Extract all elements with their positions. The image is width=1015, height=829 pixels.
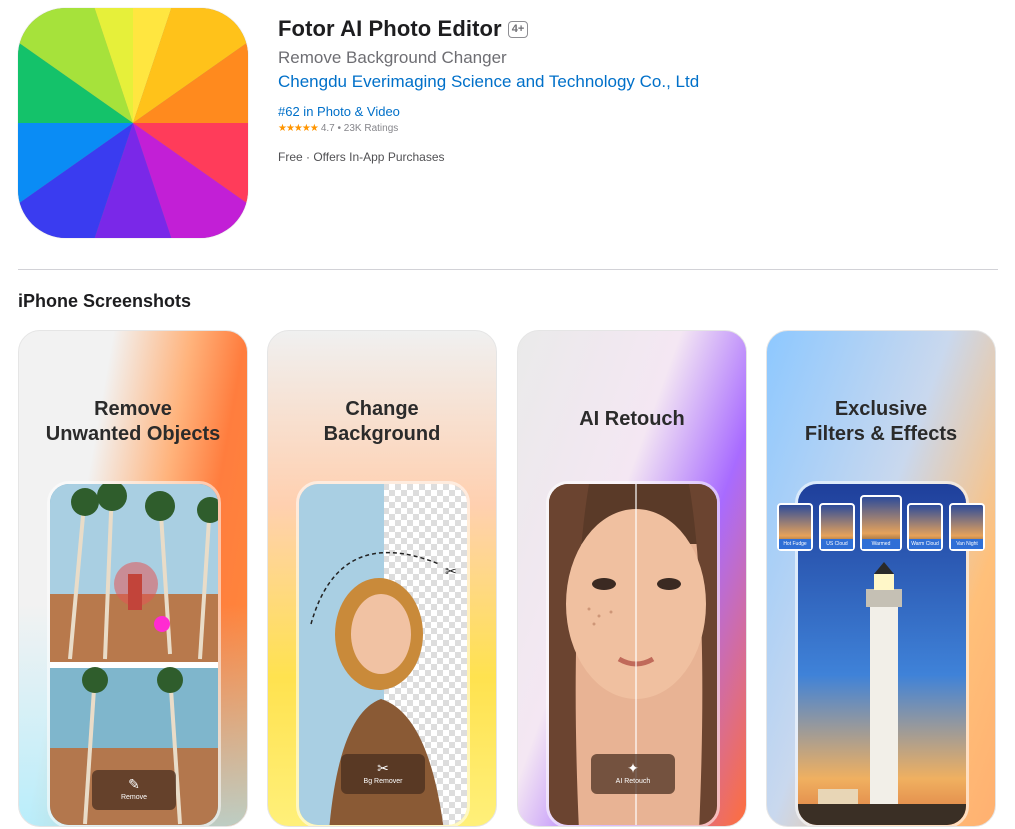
fotor-logo-icon xyxy=(18,8,248,238)
screenshot-heading: Exclusive Filters & Effects xyxy=(767,397,995,447)
retouch-icon: ✦ xyxy=(627,760,639,776)
screenshot-ai-retouch[interactable]: AI Retouch ✦ AI Retouch xyxy=(517,330,747,827)
tool-label: AI Retouch xyxy=(615,778,651,785)
filter-label: US Cloud xyxy=(821,539,853,549)
svg-text:✂: ✂ xyxy=(445,564,457,580)
remove-tool-button[interactable]: ✎ Remove xyxy=(92,770,176,810)
heading-line: AI Retouch xyxy=(579,408,685,430)
screenshot-remove-objects[interactable]: Remove Unwanted Objects ✎ Remove xyxy=(18,330,248,827)
filter-label: Hot Fudge xyxy=(779,539,811,549)
category-rank-link[interactable]: #62 in Photo & Video xyxy=(278,104,699,119)
app-icon xyxy=(18,8,248,238)
filter-option[interactable]: Warm Cloud xyxy=(907,503,943,551)
phone-preview: ✂ ✂ Bg Remover xyxy=(296,481,470,826)
ai-retouch-tool-button[interactable]: ✦ AI Retouch xyxy=(591,754,675,794)
filter-option[interactable]: Van Night xyxy=(949,503,985,551)
screenshot-heading: Change Background xyxy=(268,397,496,447)
filter-option[interactable]: US Cloud xyxy=(819,503,855,551)
star-rating-icon: ★★★★★ xyxy=(278,123,319,134)
screenshot-heading: Remove Unwanted Objects xyxy=(19,397,247,447)
screenshot-carousel[interactable]: Remove Unwanted Objects ✎ Remove Change … xyxy=(18,330,998,829)
screenshot-change-background[interactable]: Change Background ✂ ✂ Bg Remover xyxy=(267,330,497,827)
app-subtitle: Remove Background Changer xyxy=(278,48,507,67)
screenshot-filters-effects[interactable]: Exclusive Filters & Effects Hot Fudge US xyxy=(766,330,996,827)
rating-text: 4.7 • 23K Ratings xyxy=(320,123,399,134)
tool-label: Remove xyxy=(120,794,148,801)
phone-preview: ✦ AI Retouch xyxy=(546,481,720,826)
app-header: Fotor AI Photo Editor 4+ Remove Backgrou… xyxy=(278,16,699,164)
bg-remover-tool-button[interactable]: ✂ Bg Remover xyxy=(341,754,425,794)
rating-row: ★★★★★ 4.7 • 23K Ratings xyxy=(278,123,699,134)
price-info: Free · Offers In-App Purchases xyxy=(278,150,445,164)
screenshots-section-title: iPhone Screenshots xyxy=(18,291,192,311)
filter-label: Van Night xyxy=(951,539,983,549)
screenshot-heading: AI Retouch xyxy=(518,407,746,432)
tool-label: Bg Remover xyxy=(363,778,403,785)
age-rating-badge: 4+ xyxy=(507,20,529,38)
filter-label: Warmed xyxy=(862,539,900,549)
filter-option[interactable]: Hot Fudge xyxy=(777,503,813,551)
heading-line: Unwanted Objects xyxy=(45,423,221,445)
heading-line: Filters & Effects xyxy=(804,423,958,445)
heading-line: Exclusive xyxy=(834,398,928,420)
heading-line: Background xyxy=(323,423,441,445)
app-title: Fotor AI Photo Editor xyxy=(278,16,502,41)
phone-preview: ✎ Remove xyxy=(47,481,221,826)
scissors-icon: ✂ xyxy=(377,760,389,776)
filter-label: Warm Cloud xyxy=(909,539,941,549)
developer-link[interactable]: Chengdu Everimaging Science and Technolo… xyxy=(278,72,699,92)
filter-option-selected[interactable]: Warmed xyxy=(860,495,902,551)
divider xyxy=(18,269,998,270)
eraser-icon: ✎ xyxy=(128,776,140,792)
heading-line: Remove xyxy=(94,398,172,420)
heading-line: Change xyxy=(345,398,419,420)
